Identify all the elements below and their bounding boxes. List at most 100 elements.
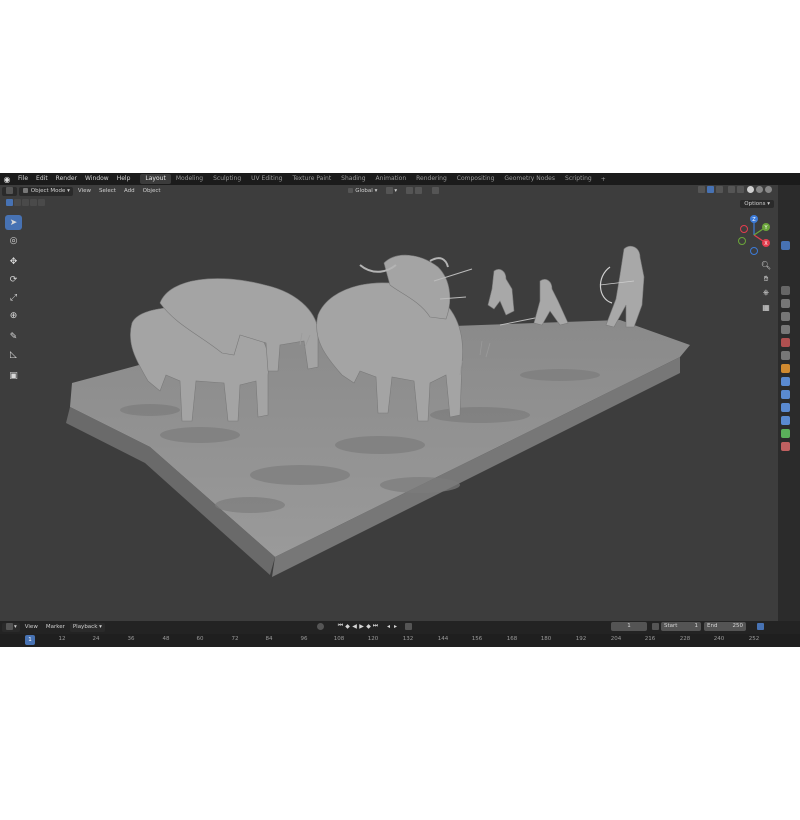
- transform-tool[interactable]: ⊕: [5, 308, 22, 323]
- view-object-types-icon[interactable]: [698, 186, 705, 193]
- menu-window[interactable]: Window: [81, 173, 113, 185]
- tab-shading[interactable]: Shading: [336, 174, 370, 184]
- viewport-header: Object Mode ▾ View Select Add Object Glo…: [0, 185, 778, 197]
- jump-keyframe-back-icon[interactable]: ◆: [344, 622, 351, 630]
- material-shading-icon[interactable]: [756, 186, 763, 193]
- tick-192: 192: [575, 636, 587, 642]
- view-layer-properties-icon[interactable]: [781, 325, 790, 334]
- overlays-toggle-icon[interactable]: [716, 186, 723, 193]
- rotate-tool[interactable]: ⟳: [5, 272, 22, 287]
- zoom-icon[interactable]: 🔍︎: [760, 259, 772, 271]
- menu-file[interactable]: File: [14, 173, 32, 185]
- add-workspace-button[interactable]: +: [597, 176, 610, 183]
- snap-toggle[interactable]: [402, 186, 426, 196]
- tab-compositing[interactable]: Compositing: [452, 174, 500, 184]
- timeline-editor-type[interactable]: ▾: [2, 622, 20, 632]
- current-frame-field[interactable]: 1: [611, 622, 647, 631]
- select-intersect-icon[interactable]: [38, 199, 45, 206]
- timeline-header: ▾ View Marker Playback ▾ ⏮ ◆ ◀ ▶ ◆ ⏭ ◂ ▸…: [0, 621, 800, 633]
- tab-geometry-nodes[interactable]: Geometry Nodes: [499, 174, 560, 184]
- menu-add[interactable]: Add: [121, 187, 138, 196]
- physics-properties-icon[interactable]: [781, 403, 790, 412]
- modifier-properties-icon[interactable]: [781, 377, 790, 386]
- timeline-view-icon[interactable]: [757, 623, 764, 630]
- keyframe-next-icon[interactable]: ▸: [392, 622, 399, 630]
- auto-keying-icon[interactable]: [317, 622, 324, 630]
- menu-view[interactable]: View: [75, 187, 94, 196]
- object-properties-icon[interactable]: [781, 364, 790, 373]
- gizmo-neg-y[interactable]: [738, 237, 746, 245]
- jump-end-icon[interactable]: ⏭: [372, 622, 379, 630]
- measure-tool[interactable]: ◺: [5, 347, 22, 362]
- pivot-point-dropdown[interactable]: ▾: [382, 186, 400, 196]
- select-box-tool[interactable]: ➤: [5, 215, 22, 230]
- keying-set-icon[interactable]: [405, 622, 412, 630]
- end-frame-field[interactable]: End 250: [704, 622, 746, 631]
- cursor-tool[interactable]: ◎: [5, 233, 22, 248]
- tab-scripting[interactable]: Scripting: [560, 174, 597, 184]
- wireframe-shading-icon[interactable]: [737, 186, 744, 193]
- mode-dropdown[interactable]: Object Mode ▾: [19, 186, 73, 196]
- blender-logo-icon[interactable]: ◉: [0, 173, 14, 185]
- timeline-menu-marker[interactable]: Marker: [43, 623, 68, 632]
- particle-properties-icon[interactable]: [781, 390, 790, 399]
- play-reverse-icon[interactable]: ◀: [351, 622, 358, 630]
- timeline-menu-view[interactable]: View: [22, 623, 41, 632]
- jump-keyframe-forward-icon[interactable]: ◆: [365, 622, 372, 630]
- menu-select[interactable]: Select: [96, 187, 119, 196]
- move-tool[interactable]: ✥: [5, 254, 22, 269]
- select-extend-icon[interactable]: [14, 199, 21, 206]
- pan-hand-icon[interactable]: ✋︎: [760, 273, 772, 285]
- menu-object[interactable]: Object: [140, 187, 164, 196]
- timeline-menu-playback[interactable]: Playback ▾: [69, 622, 105, 632]
- material-properties-icon[interactable]: [781, 442, 790, 451]
- data-properties-icon[interactable]: [781, 429, 790, 438]
- tab-texture-paint[interactable]: Texture Paint: [287, 174, 336, 184]
- hunter-archer: [605, 245, 645, 328]
- select-new-icon[interactable]: [6, 199, 13, 206]
- rendered-shading-icon[interactable]: [765, 186, 772, 193]
- play-icon[interactable]: ▶: [358, 622, 365, 630]
- frame-ruler[interactable]: 1 12 24 36 48 60 72 84 96 108 120 132 14…: [0, 634, 800, 647]
- menu-help[interactable]: Help: [113, 173, 135, 185]
- tab-uv-editing[interactable]: UV Editing: [246, 174, 287, 184]
- tab-modeling[interactable]: Modeling: [171, 174, 208, 184]
- tab-animation[interactable]: Animation: [371, 174, 412, 184]
- use-preview-range-icon[interactable]: [652, 623, 659, 630]
- proportional-edit-toggle[interactable]: [428, 186, 443, 196]
- camera-view-icon[interactable]: ⎈: [760, 287, 772, 299]
- jump-start-icon[interactable]: ⏮: [337, 622, 344, 630]
- output-properties-icon[interactable]: [781, 312, 790, 321]
- tab-layout[interactable]: Layout: [140, 174, 171, 184]
- world-properties-icon[interactable]: [781, 351, 790, 360]
- scale-tool[interactable]: ⤢: [5, 290, 22, 305]
- select-invert-icon[interactable]: [30, 199, 37, 206]
- menu-render[interactable]: Render: [52, 173, 81, 185]
- render-properties-icon[interactable]: [781, 299, 790, 308]
- menu-edit[interactable]: Edit: [32, 173, 52, 185]
- tab-sculpting[interactable]: Sculpting: [208, 174, 246, 184]
- gizmo-neg-x[interactable]: [740, 225, 748, 233]
- select-subtract-icon[interactable]: [22, 199, 29, 206]
- mode-label: Object Mode: [30, 187, 66, 194]
- scene-properties-icon[interactable]: [781, 338, 790, 347]
- keyframe-prev-icon[interactable]: ◂: [385, 622, 392, 630]
- options-dropdown[interactable]: Options ▾: [740, 200, 774, 208]
- add-cube-tool[interactable]: ▣: [5, 368, 22, 383]
- playhead[interactable]: 1: [25, 635, 35, 645]
- annotate-tool[interactable]: ✎: [5, 329, 22, 344]
- gizmo-toggle-icon[interactable]: [707, 186, 714, 193]
- tool-properties-icon[interactable]: [781, 286, 790, 295]
- navigation-gizmo[interactable]: Z Y X: [732, 213, 776, 257]
- constraint-properties-icon[interactable]: [781, 416, 790, 425]
- xray-toggle-icon[interactable]: [728, 186, 735, 193]
- transform-orientation-dropdown[interactable]: Global ▾: [344, 187, 381, 196]
- outliner-scroll-icon[interactable]: [781, 241, 790, 250]
- gizmo-neg-z[interactable]: [750, 247, 758, 255]
- start-frame-field[interactable]: Start 1: [661, 622, 701, 631]
- 3d-viewport[interactable]: Object Mode ▾ View Select Add Object Glo…: [0, 185, 778, 621]
- perspective-grid-icon[interactable]: ▦: [760, 301, 772, 313]
- solid-shading-icon[interactable]: [747, 186, 754, 193]
- tab-rendering[interactable]: Rendering: [411, 174, 452, 184]
- editor-type-button[interactable]: [2, 186, 17, 196]
